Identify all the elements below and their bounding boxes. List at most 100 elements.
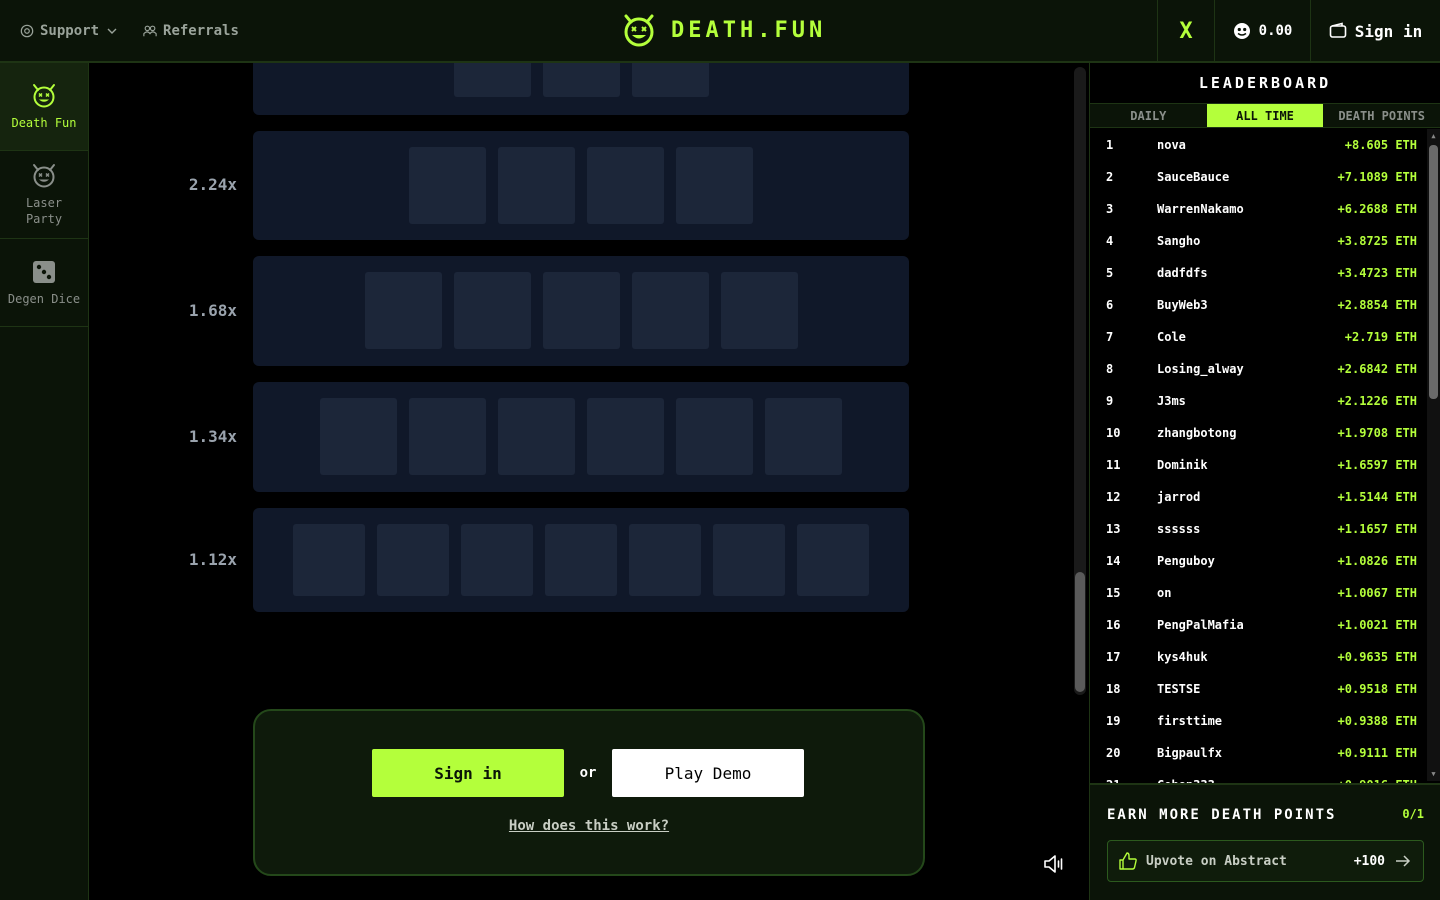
leaderboard-amount: +2.1226 ETH — [1337, 394, 1417, 408]
leaderboard-row[interactable]: 6 BuyWeb3 +2.8854 ETH — [1090, 289, 1427, 321]
leaderboard-row[interactable]: 3 WarrenNakamo +6.2688 ETH — [1090, 193, 1427, 225]
header-sign-in-button[interactable]: Sign in — [1310, 0, 1440, 62]
tab-daily[interactable]: DAILY — [1090, 104, 1207, 127]
how-it-works-link[interactable]: How does this work? — [255, 818, 923, 834]
tile[interactable] — [720, 272, 798, 349]
leaderboard-row[interactable]: 9 J3ms +2.1226 ETH — [1090, 385, 1427, 417]
leaderboard-rank: 13 — [1106, 522, 1121, 536]
leaderboard-rank: 1 — [1106, 138, 1114, 152]
tile[interactable] — [409, 147, 486, 224]
tile[interactable] — [765, 398, 842, 475]
tab-death-points[interactable]: DEATH POINTS — [1323, 104, 1440, 127]
tile[interactable] — [676, 147, 753, 224]
game-scrollbar-thumb[interactable] — [1075, 572, 1085, 692]
tile[interactable] — [293, 524, 365, 596]
upvote-points: +100 — [1353, 853, 1385, 869]
tile[interactable] — [461, 524, 533, 596]
leaderboard-row[interactable]: 12 jarrod +1.5144 ETH — [1090, 481, 1427, 513]
tab-all-time[interactable]: ALL TIME — [1206, 104, 1324, 127]
tile[interactable] — [364, 272, 442, 349]
tile[interactable] — [713, 524, 785, 596]
tile-group — [253, 524, 909, 596]
game-scrollbar[interactable] — [1074, 67, 1086, 695]
leaderboard-name: SauceBauce — [1157, 170, 1230, 184]
tile[interactable] — [453, 63, 531, 97]
scroll-down-arrow-icon[interactable]: ▼ — [1429, 769, 1438, 779]
scroll-up-arrow-icon[interactable]: ▲ — [1429, 131, 1438, 141]
leaderboard-row[interactable]: 18 TESTSE +0.9518 ETH — [1090, 673, 1427, 705]
chevron-down-icon — [107, 28, 117, 34]
tile[interactable] — [676, 398, 753, 475]
sidebar-item-death-fun[interactable]: Death Fun — [0, 63, 88, 151]
tile[interactable] — [631, 63, 709, 97]
leaderboard-row[interactable]: 7 Cole +2.719 ETH — [1090, 321, 1427, 353]
upvote-abstract-button[interactable]: Upvote on Abstract +100 — [1107, 840, 1424, 882]
tile[interactable] — [542, 272, 620, 349]
leaderboard-amount: +1.0826 ETH — [1337, 554, 1417, 568]
leaderboard-amount: +0.9111 ETH — [1337, 746, 1417, 760]
sidebar-item-laser-party[interactable]: Laser Party — [0, 151, 88, 239]
tile[interactable] — [631, 272, 709, 349]
leaderboard-amount: +8.605 ETH — [1344, 138, 1417, 152]
leaderboard-rank: 15 — [1106, 586, 1121, 600]
leaderboard-name: ssssss — [1157, 522, 1201, 536]
leaderboard-row[interactable]: 11 Dominik +1.6597 ETH — [1090, 449, 1427, 481]
tile[interactable] — [498, 147, 575, 224]
balance-display[interactable]: 0.00 — [1214, 0, 1310, 62]
tile[interactable] — [542, 63, 620, 97]
referrals-label: Referrals — [163, 23, 239, 39]
leaderboard-row[interactable]: 1 nova +8.605 ETH — [1090, 129, 1427, 161]
sign-in-button[interactable]: Sign in — [372, 749, 564, 797]
leaderboard-row[interactable]: 19 firsttime +0.9388 ETH — [1090, 705, 1427, 737]
leaderboard-rank: 19 — [1106, 714, 1121, 728]
leaderboard-name: nova — [1157, 138, 1186, 152]
leaderboard-rank: 10 — [1106, 426, 1121, 440]
tile[interactable] — [409, 398, 486, 475]
leaderboard-row[interactable]: 5 dadfdfs +3.4723 ETH — [1090, 257, 1427, 289]
leaderboard-row[interactable]: 17 kys4huk +0.9635 ETH — [1090, 641, 1427, 673]
leaderboard-amount: +1.5144 ETH — [1337, 490, 1417, 504]
sidebar-item-degen-dice[interactable]: Degen Dice — [0, 239, 88, 327]
leaderboard-amount: +2.719 ETH — [1344, 330, 1417, 344]
tile[interactable] — [587, 398, 664, 475]
leaderboard-row[interactable]: 4 Sangho +3.8725 ETH — [1090, 225, 1427, 257]
skull-coin-icon — [1233, 23, 1250, 39]
leaderboard-amount: +0.9635 ETH — [1337, 650, 1417, 664]
play-demo-button[interactable]: Play Demo — [612, 749, 804, 797]
x-social-link[interactable]: X — [1157, 0, 1214, 62]
leaderboard-amount: +2.8854 ETH — [1337, 298, 1417, 312]
tile[interactable] — [587, 147, 664, 224]
leaderboard-name: BuyWeb3 — [1157, 298, 1208, 312]
leaderboard-row[interactable]: 14 Penguboy +1.0826 ETH — [1090, 545, 1427, 577]
speaker-icon[interactable] — [1042, 852, 1066, 876]
tile[interactable] — [498, 398, 575, 475]
leaderboard-row[interactable]: 20 Bigpaulfx +0.9111 ETH — [1090, 737, 1427, 769]
tile[interactable] — [320, 398, 397, 475]
leaderboard-scrollbar[interactable]: ▲ ▼ — [1427, 129, 1440, 781]
support-label: Support — [40, 23, 100, 39]
site-logo[interactable]: DEATH.FUN — [621, 12, 826, 48]
leaderboard-scrollbar-thumb[interactable] — [1429, 145, 1438, 399]
earn-points-panel: EARN MORE DEATH POINTS 0/1 Upvote on Abs… — [1090, 783, 1440, 900]
tile[interactable] — [545, 524, 617, 596]
upvote-label: Upvote on Abstract — [1146, 853, 1287, 869]
tile-group — [253, 272, 909, 349]
support-menu[interactable]: Support — [20, 23, 117, 39]
leaderboard-row[interactable]: 8 Losing_alway +2.6842 ETH — [1090, 353, 1427, 385]
tile[interactable] — [629, 524, 701, 596]
leaderboard-amount: +0.9518 ETH — [1337, 682, 1417, 696]
leaderboard-row[interactable]: 21Coben333+0.9016 ETH — [1090, 769, 1427, 783]
game-area: 2.24x 1.68x 1.34x 1.12x Sign in or Play … — [89, 63, 1089, 900]
leaderboard-row[interactable]: 13 ssssss +1.1657 ETH — [1090, 513, 1427, 545]
leaderboard-amount: +7.1089 ETH — [1337, 170, 1417, 184]
leaderboard-row[interactable]: 10 zhangbotong +1.9708 ETH — [1090, 417, 1427, 449]
leaderboard-row[interactable]: 16 PengPalMafia +1.0021 ETH — [1090, 609, 1427, 641]
row-multiplier: 1.12x — [188, 550, 237, 569]
leaderboard-row[interactable]: 2 SauceBauce +7.1089 ETH — [1090, 161, 1427, 193]
tile[interactable] — [797, 524, 869, 596]
tile[interactable] — [377, 524, 449, 596]
referrals-link[interactable]: Referrals — [143, 23, 239, 39]
leaderboard-row[interactable]: 15 on +1.0067 ETH — [1090, 577, 1427, 609]
leaderboard-rank: 6 — [1106, 298, 1114, 312]
tile[interactable] — [453, 272, 531, 349]
